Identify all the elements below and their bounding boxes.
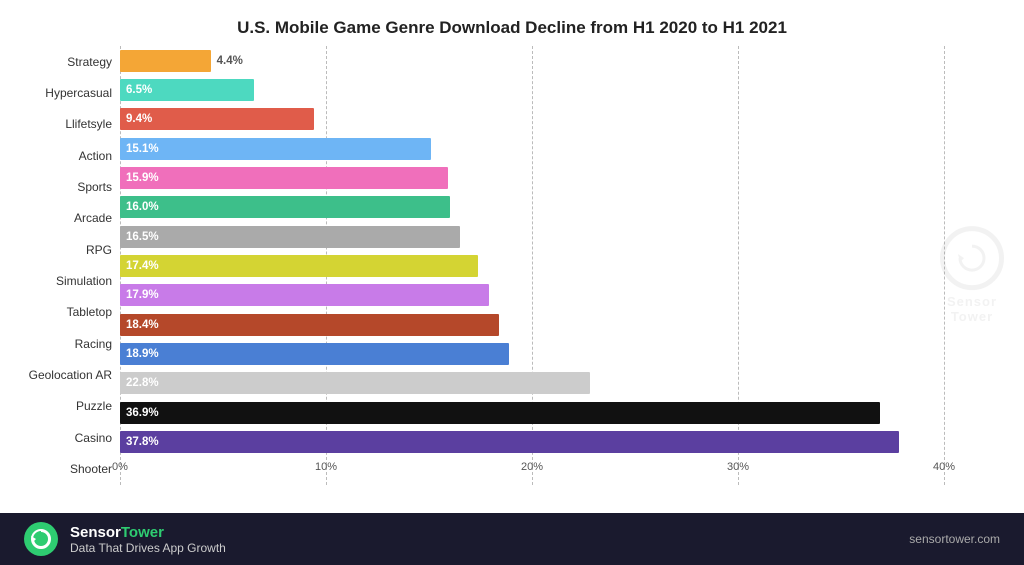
bar-value-tabletop: 17.9% [126, 289, 159, 301]
chart-title: U.S. Mobile Game Genre Download Decline … [0, 0, 1024, 46]
bar-row-simulation: 17.4% [120, 253, 944, 279]
bar-value-shooter: 37.8% [126, 436, 159, 448]
bar-value-arcade: 16.0% [126, 201, 159, 213]
bar-value-casino: 36.9% [126, 407, 159, 419]
y-labels: Strategy Hypercasual Llifetsyle Action Sport… [10, 46, 120, 513]
x-tick-40: 40% [933, 461, 955, 473]
bar-row-strategy: 4.4% [120, 48, 944, 74]
x-tick-10: 10% [315, 461, 337, 473]
y-label-puzzle: Puzzle [10, 393, 120, 419]
bar-row-casino: 36.9% [120, 400, 944, 426]
bar-row-sports: 15.9% [120, 165, 944, 191]
bar-row-geolocation-ar: 18.9% [120, 341, 944, 367]
bar-value-strategy: 4.4% [217, 55, 243, 67]
bar-value-puzzle: 22.8% [126, 377, 159, 389]
bar-rows: 4.4% 6.5% 9.4% 15.1% 15.9% 16.0% 16.5% 17.4% 17.… [120, 46, 944, 457]
bar-casino: 36.9% [120, 402, 880, 424]
bar-value-sports: 15.9% [126, 172, 159, 184]
bars-section: 4.4% 6.5% 9.4% 15.1% 15.9% 16.0% 16.5% 17.4% 17.… [120, 46, 944, 513]
bar-hypercasual: 6.5% [120, 79, 254, 101]
y-label-arcade: Arcade [10, 205, 120, 231]
footer-left: SensorTower Data That Drives App Growth [24, 522, 226, 556]
x-tick-0: 0% [112, 461, 128, 473]
bar-strategy [120, 50, 211, 72]
footer-brand-accent: Tower [121, 524, 164, 541]
bar-row-llifetsyle: 9.4% [120, 106, 944, 132]
chart-area: Strategy Hypercasual Llifetsyle Action Sport… [0, 46, 1024, 513]
bar-racing: 18.4% [120, 314, 499, 336]
bar-geolocation-ar: 18.9% [120, 343, 509, 365]
bar-puzzle: 22.8% [120, 372, 590, 394]
y-label-tabletop: Tabletop [10, 299, 120, 325]
y-label-casino: Casino [10, 425, 120, 451]
bar-value-geolocation-ar: 18.9% [126, 348, 159, 360]
bar-simulation: 17.4% [120, 255, 478, 277]
x-axis: 0% 10% 20% 30% 40% [120, 457, 944, 485]
bar-sports: 15.9% [120, 167, 448, 189]
bar-action: 15.1% [120, 138, 431, 160]
footer-brand-name: SensorTower [70, 524, 226, 541]
bar-row-puzzle: 22.8% [120, 370, 944, 396]
bar-row-tabletop: 17.9% [120, 282, 944, 308]
y-label-action: Action [10, 143, 120, 169]
bar-value-llifetsyle: 9.4% [126, 113, 152, 125]
watermark: Sensor Tower [940, 226, 1004, 324]
y-label-racing: Racing [10, 331, 120, 357]
y-label-simulation: Simulation [10, 268, 120, 294]
chart-container: U.S. Mobile Game Genre Download Decline … [0, 0, 1024, 565]
bar-rpg: 16.5% [120, 226, 460, 248]
y-label-shooter: Shooter [10, 456, 120, 482]
footer: SensorTower Data That Drives App Growth … [0, 513, 1024, 565]
y-label-hypercasual: Hypercasual [10, 80, 120, 106]
y-label-strategy: Strategy [10, 49, 120, 75]
y-label-llifetsyle: Llifetsyle [10, 111, 120, 137]
bar-row-racing: 18.4% [120, 312, 944, 338]
bar-llifetsyle: 9.4% [120, 108, 314, 130]
bar-row-arcade: 16.0% [120, 194, 944, 220]
bar-arcade: 16.0% [120, 196, 450, 218]
footer-brand: SensorTower Data That Drives App Growth [70, 524, 226, 555]
y-label-rpg: RPG [10, 237, 120, 263]
bar-value-racing: 18.4% [126, 319, 159, 331]
x-tick-20: 20% [521, 461, 543, 473]
bar-row-shooter: 37.8% [120, 429, 944, 455]
y-label-geolocation-ar: Geolocation AR [10, 362, 120, 388]
bar-value-action: 15.1% [126, 143, 159, 155]
y-label-sports: Sports [10, 174, 120, 200]
x-tick-30: 30% [727, 461, 749, 473]
bar-shooter: 37.8% [120, 431, 899, 453]
bar-row-action: 15.1% [120, 136, 944, 162]
bar-row-hypercasual: 6.5% [120, 77, 944, 103]
bar-value-rpg: 16.5% [126, 231, 159, 243]
bar-tabletop: 17.9% [120, 284, 489, 306]
footer-tagline: Data That Drives App Growth [70, 541, 226, 555]
bar-value-hypercasual: 6.5% [126, 84, 152, 96]
footer-url: sensortower.com [909, 532, 1000, 546]
bar-value-simulation: 17.4% [126, 260, 159, 272]
footer-logo [24, 522, 58, 556]
bar-row-rpg: 16.5% [120, 224, 944, 250]
